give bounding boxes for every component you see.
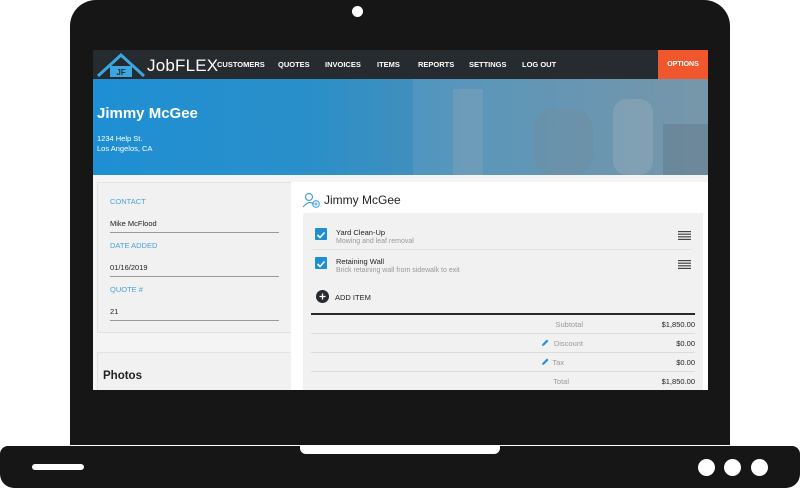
svg-text:JF: JF [116,68,125,77]
customer-name-heading: Jimmy McGee [97,105,198,122]
quote-number-field[interactable]: 21 [110,307,279,321]
discount-label: Discount [553,339,583,348]
laptop-light-icon [724,459,741,476]
date-added-field[interactable]: 01/16/2019 [110,263,279,277]
divider [311,352,695,353]
total-value: $1,850.00 [661,377,695,386]
divider [311,371,695,372]
tax-value: $0.00 [676,358,695,367]
check-icon [316,260,326,268]
webcam-icon [352,6,363,17]
hero-banner: Jimmy McGee 1234 Help St. Los Angelos, C… [93,79,708,175]
nav-settings[interactable]: SETTINGS [469,50,507,79]
quote-details-card: CONTACT Mike McFlood DATE ADDED 01/16/20… [97,182,293,333]
check-icon [316,231,326,239]
subtotal-label: Subtotal [555,320,583,329]
nav-items[interactable]: ITEMS [377,50,400,79]
discount-value: $0.00 [676,339,695,348]
divider [311,333,695,334]
add-person-icon[interactable] [302,192,320,208]
house-logo-icon: JF [96,52,146,78]
list-item[interactable]: Yard Clean-Up Mowing and leaf removal [303,221,703,249]
total-label: Total [553,377,569,386]
address-line-2: Los Angelos, CA [97,144,153,153]
item-description: Brick retaining wall from sidewalk to ex… [336,267,460,274]
photos-title: Photos [103,370,142,382]
item-description: Mowing and leaf removal [336,238,414,245]
drag-handle-icon[interactable] [678,260,691,269]
nav-quotes[interactable]: QUOTES [278,50,310,79]
options-button[interactable]: OPTIONS [658,50,708,79]
item-checkbox[interactable] [315,257,327,269]
item-checkbox[interactable] [315,228,327,240]
contact-field[interactable]: Mike McFlood [110,219,279,233]
add-item-button[interactable] [316,290,329,303]
line-items-list: Yard Clean-Up Mowing and leaf removal Re… [303,213,703,390]
logo[interactable]: JF JobFLEX [96,52,218,78]
contact-label: CONTACT [110,197,146,206]
laptop-light-icon [751,459,768,476]
tax-label: Tax [552,358,564,367]
nav-reports[interactable]: REPORTS [418,50,454,79]
nav-logout[interactable]: LOG OUT [522,50,556,79]
nav-invoices[interactable]: INVOICES [325,50,361,79]
date-added-label: DATE ADDED [110,241,158,250]
quote-items-panel: Jimmy McGee Yard Clean-Up Mowing and lea… [291,182,708,390]
plus-icon [319,293,326,300]
address-line-1: 1234 Help St. [97,134,143,143]
subtotal-value: $1,850.00 [661,320,695,329]
photos-card: Photos [97,352,293,390]
logo-text: JobFLEX [147,56,219,75]
item-title: Yard Clean-Up [336,228,386,237]
hero-background-image [413,79,708,175]
laptop-slot [32,464,84,470]
app-screen: JF JobFLEX CUSTOMERS QUOTES INVOICES ITE… [93,50,708,390]
laptop-hinge [300,446,500,454]
nav-customers[interactable]: CUSTOMERS [217,50,265,79]
item-title: Retaining Wall [336,257,385,266]
quote-number-label: QUOTE # [110,285,143,294]
list-item[interactable]: Retaining Wall Brick retaining wall from… [303,250,703,278]
add-item-label[interactable]: ADD ITEM [335,293,371,302]
laptop-light-icon [698,459,715,476]
divider [311,313,695,315]
navbar: JF JobFLEX CUSTOMERS QUOTES INVOICES ITE… [93,50,708,79]
laptop-base [0,446,800,488]
quote-customer-name: Jimmy McGee [324,193,401,207]
drag-handle-icon[interactable] [678,231,691,240]
